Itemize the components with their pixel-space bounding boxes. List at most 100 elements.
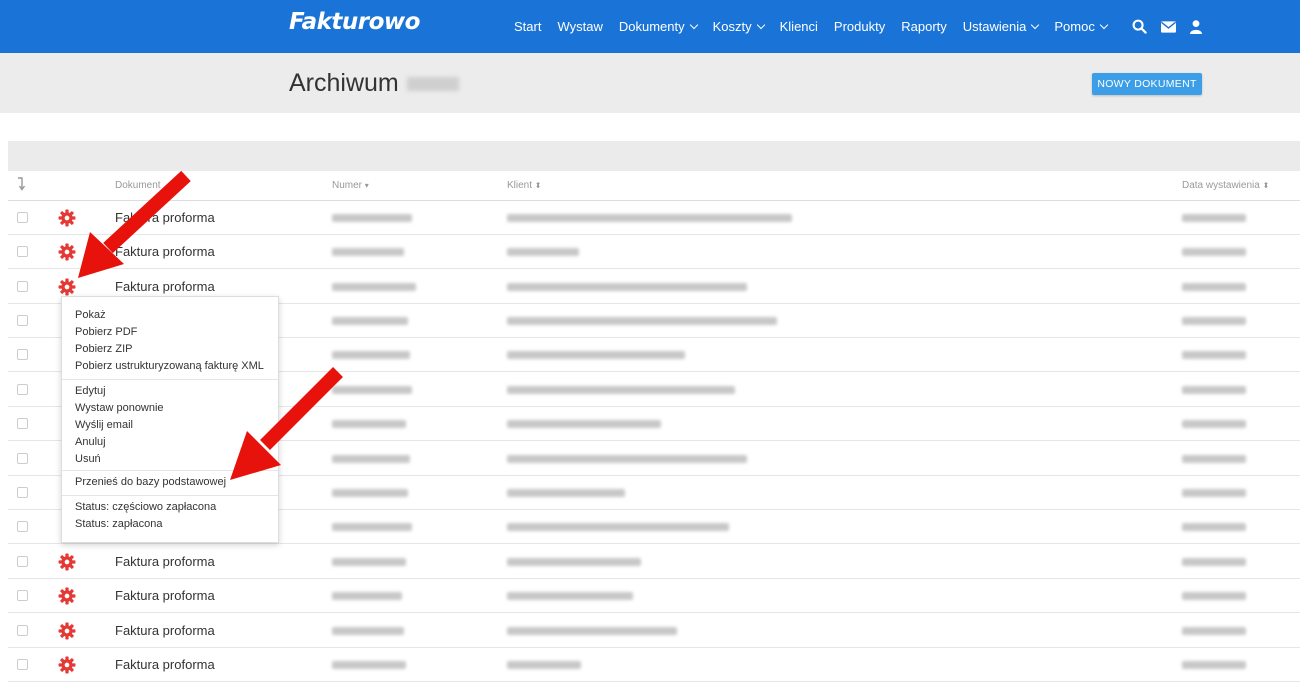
nav-item-label: Wystaw bbox=[557, 19, 603, 34]
client-name-redacted bbox=[507, 558, 641, 566]
issue-date-redacted bbox=[1182, 351, 1246, 359]
table-row[interactable]: Faktura proforma bbox=[8, 235, 1300, 269]
row-checkbox[interactable] bbox=[17, 212, 28, 223]
page-title-text: Archiwum bbox=[289, 69, 399, 97]
chevron-down-icon bbox=[1099, 20, 1109, 29]
menu-item-edit[interactable]: Edytuj bbox=[75, 385, 106, 397]
gear-icon[interactable] bbox=[58, 553, 76, 576]
gear-icon[interactable] bbox=[58, 622, 76, 645]
row-checkbox[interactable] bbox=[17, 315, 28, 326]
nav-item-klienci[interactable]: Klienci bbox=[780, 19, 818, 34]
menu-item-reissue[interactable]: Wystaw ponownie bbox=[75, 402, 164, 414]
nav-item-dokumenty[interactable]: Dokumenty bbox=[618, 19, 698, 34]
menu-item-send-email[interactable]: Wyślij email bbox=[75, 419, 133, 431]
chevron-down-icon bbox=[689, 20, 698, 29]
gear-icon[interactable] bbox=[58, 243, 76, 266]
document-type: Faktura proforma bbox=[115, 244, 215, 259]
document-number-redacted bbox=[332, 627, 404, 635]
chevron-down-icon bbox=[756, 20, 765, 29]
nav-item-produkty[interactable]: Produkty bbox=[834, 19, 885, 34]
nav-item-wystaw[interactable]: Wystaw bbox=[557, 19, 602, 34]
page-header: Archiwum NOWY DOKUMENT bbox=[0, 53, 1300, 113]
document-number-redacted bbox=[332, 661, 406, 669]
issue-date-redacted bbox=[1182, 214, 1246, 222]
client-name-redacted bbox=[507, 523, 729, 531]
row-checkbox[interactable] bbox=[17, 384, 28, 395]
row-checkbox[interactable] bbox=[17, 625, 28, 636]
nav-item-pomoc[interactable]: Pomoc bbox=[1054, 19, 1109, 34]
issue-date-redacted bbox=[1182, 627, 1246, 635]
column-header-label: Numer bbox=[332, 180, 363, 191]
row-checkbox[interactable] bbox=[17, 521, 28, 532]
document-number-redacted bbox=[332, 420, 406, 428]
row-checkbox[interactable] bbox=[17, 453, 28, 464]
document-type: Faktura proforma bbox=[115, 210, 215, 225]
issue-date-redacted bbox=[1182, 248, 1246, 256]
envelope-icon[interactable] bbox=[1161, 20, 1176, 33]
nav-item-label: Dokumenty bbox=[618, 19, 685, 34]
issue-date-redacted bbox=[1182, 386, 1246, 394]
chevron-down-icon bbox=[1031, 20, 1040, 29]
issue-date-redacted bbox=[1182, 558, 1246, 566]
column-header-date[interactable]: Data wystawienia ⬍ bbox=[1182, 180, 1269, 191]
row-checkbox[interactable] bbox=[17, 281, 28, 292]
column-header-number[interactable]: Numer ▾ bbox=[332, 180, 369, 191]
row-checkbox[interactable] bbox=[17, 246, 28, 257]
client-name-redacted bbox=[507, 283, 747, 291]
app-logo[interactable]: Fakturowo bbox=[289, 9, 420, 35]
document-type: Faktura proforma bbox=[115, 279, 215, 294]
issue-date-redacted bbox=[1182, 592, 1246, 600]
menu-item-move-to-main-database[interactable]: Przenieś do bazy podstawowej bbox=[75, 476, 226, 488]
menu-item-download-pdf[interactable]: Pobierz PDF bbox=[75, 326, 137, 338]
row-checkbox[interactable] bbox=[17, 349, 28, 360]
document-number-redacted bbox=[332, 317, 408, 325]
document-type: Faktura proforma bbox=[115, 554, 215, 569]
gear-icon[interactable] bbox=[58, 209, 76, 232]
table-row[interactable]: Faktura proforma bbox=[8, 579, 1300, 613]
client-name-redacted bbox=[507, 351, 685, 359]
column-header-client[interactable]: Klient ⬍ bbox=[507, 180, 542, 191]
row-checkbox[interactable] bbox=[17, 418, 28, 429]
issue-date-redacted bbox=[1182, 283, 1246, 291]
row-checkbox[interactable] bbox=[17, 556, 28, 567]
menu-item-status-paid[interactable]: Status: zapłacona bbox=[75, 518, 162, 530]
menu-item-show[interactable]: Pokaż bbox=[75, 309, 106, 321]
client-name-redacted bbox=[507, 317, 777, 325]
document-type: Faktura proforma bbox=[115, 623, 215, 638]
table-row[interactable]: Faktura proforma bbox=[8, 201, 1300, 235]
nav-item-koszty[interactable]: Koszty bbox=[713, 19, 765, 34]
document-number-redacted bbox=[332, 455, 410, 463]
issue-date-redacted bbox=[1182, 661, 1246, 669]
client-name-redacted bbox=[507, 214, 792, 222]
menu-item-download-xml[interactable]: Pobierz ustrukturyzowaną fakturę XML bbox=[75, 360, 264, 372]
table-row[interactable]: Faktura proforma bbox=[8, 648, 1300, 682]
menu-item-delete[interactable]: Usuń bbox=[75, 453, 101, 465]
client-name-redacted bbox=[507, 386, 735, 394]
gear-icon[interactable] bbox=[58, 656, 76, 679]
new-document-button[interactable]: NOWY DOKUMENT bbox=[1092, 73, 1202, 95]
column-header-document[interactable]: Dokument bbox=[115, 180, 161, 191]
nav-item-start[interactable]: Start bbox=[514, 19, 541, 34]
row-checkbox[interactable] bbox=[17, 487, 28, 498]
menu-item-status-partially-paid[interactable]: Status: częściowo zapłacona bbox=[75, 501, 216, 513]
nav-item-raporty[interactable]: Raporty bbox=[901, 19, 947, 34]
nav-item-label: Produkty bbox=[833, 19, 886, 34]
row-checkbox[interactable] bbox=[17, 590, 28, 601]
search-icon[interactable] bbox=[1132, 19, 1147, 34]
issue-date-redacted bbox=[1182, 317, 1246, 325]
row-checkbox[interactable] bbox=[17, 659, 28, 670]
menu-item-cancel[interactable]: Anuluj bbox=[75, 436, 106, 448]
menu-divider bbox=[62, 470, 278, 471]
client-name-redacted bbox=[507, 420, 661, 428]
user-icon[interactable] bbox=[1190, 19, 1202, 34]
table-row[interactable]: Faktura proforma bbox=[8, 614, 1300, 648]
document-context-menu: Pokaż Pobierz PDF Pobierz ZIP Pobierz us… bbox=[61, 296, 279, 543]
document-number-redacted bbox=[332, 351, 410, 359]
gear-icon[interactable] bbox=[58, 587, 76, 610]
nav-item-ustawienia[interactable]: Ustawienia bbox=[963, 19, 1040, 34]
sort-toggle-icon[interactable] bbox=[16, 177, 26, 194]
menu-item-download-zip[interactable]: Pobierz ZIP bbox=[75, 343, 132, 355]
client-name-redacted bbox=[507, 248, 579, 256]
document-number-redacted bbox=[332, 214, 412, 222]
table-row[interactable]: Faktura proforma bbox=[8, 545, 1300, 579]
